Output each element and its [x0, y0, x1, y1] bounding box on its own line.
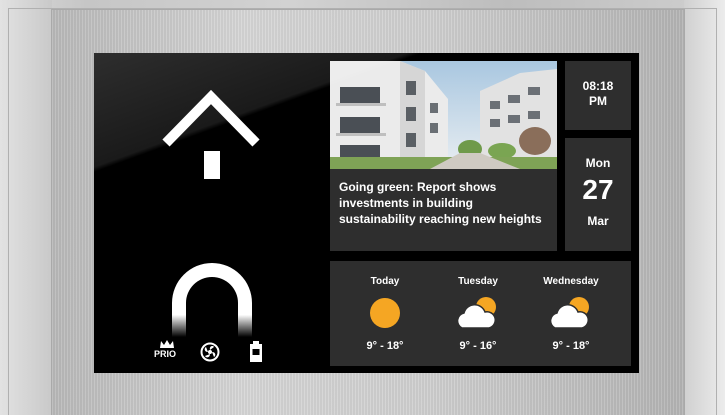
- prio-crown-icon: [160, 340, 174, 348]
- door-arch-icon[interactable]: [166, 257, 258, 337]
- forecast-wednesday: Wednesday 9° - 18°: [525, 261, 617, 366]
- prio-button[interactable]: PRIO: [154, 340, 180, 362]
- battery-icon[interactable]: [249, 341, 263, 363]
- weather-card[interactable]: Today 9° - 18° Tuesday 9° - 16° Wednesda…: [330, 261, 631, 366]
- time-card: 08:18 PM: [565, 61, 631, 130]
- forecast-day-label: Tuesday: [458, 276, 498, 287]
- forecast-today: Today 9° - 18°: [339, 261, 431, 366]
- forecast-day-label: Today: [370, 276, 400, 287]
- touch-screen: PRIO Going green: Report shows investmen…: [94, 53, 639, 373]
- news-photo: [330, 61, 557, 169]
- prio-label: PRIO: [154, 349, 177, 359]
- forecast-day-label: Wednesday: [543, 276, 599, 287]
- news-headline: Going green: Report shows investments in…: [339, 180, 542, 226]
- partly-cloudy-icon: [458, 297, 496, 329]
- date-day: 27: [582, 174, 614, 205]
- forecast-temp: 9° - 16°: [459, 340, 497, 352]
- date-card: Mon 27 Mar: [565, 138, 631, 251]
- partly-cloudy-icon: [551, 297, 589, 329]
- clock-time: 08:18 PM: [582, 79, 614, 108]
- forecast-temp: 9° - 18°: [552, 340, 590, 352]
- forecast-tuesday: Tuesday 9° - 16°: [432, 261, 524, 366]
- forecast-temp: 9° - 18°: [366, 340, 404, 352]
- date-month: Mar: [587, 214, 609, 228]
- fan-icon[interactable]: [200, 342, 220, 362]
- up-arrow-icon[interactable]: [160, 85, 262, 183]
- date-weekday: Mon: [585, 156, 611, 170]
- sun-icon: [370, 298, 400, 328]
- news-card[interactable]: Going green: Report shows investments in…: [330, 61, 557, 251]
